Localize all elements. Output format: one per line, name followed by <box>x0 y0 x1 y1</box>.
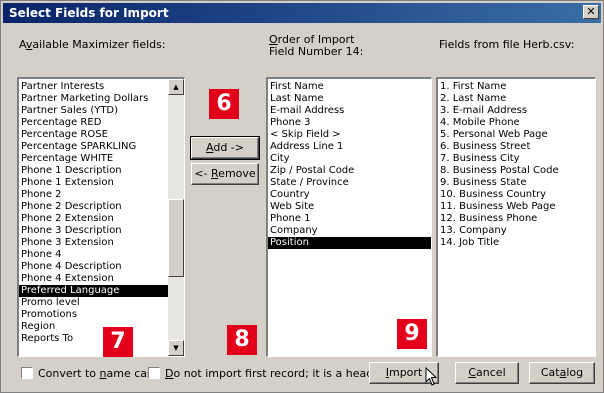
step-badge-7: 7 <box>103 327 133 357</box>
scroll-up-button[interactable]: ▲ <box>168 79 184 95</box>
title-bar: Select Fields for Import ✕ <box>3 3 601 23</box>
file-field-item[interactable]: 13. Company <box>438 225 595 237</box>
import-order-item[interactable]: Phone 3 <box>268 117 431 129</box>
step-badge-6: 6 <box>209 89 239 119</box>
available-field-item[interactable]: Reports To <box>19 333 169 345</box>
add-button[interactable]: Add -> <box>190 136 260 160</box>
available-field-item[interactable]: Phone 2 <box>19 189 169 201</box>
available-field-item[interactable]: Region <box>19 321 169 333</box>
available-field-item[interactable]: Percentage WHITE <box>19 153 169 165</box>
import-order-item[interactable]: City <box>268 153 431 165</box>
select-fields-dialog: Select Fields for Import ✕ Available Max… <box>0 0 604 393</box>
file-field-item[interactable]: 3. E-mail Address <box>438 105 595 117</box>
available-field-item[interactable]: Phone 3 Extension <box>19 237 169 249</box>
convert-name-case-checkbox[interactable] <box>21 367 33 379</box>
catalog-button[interactable]: Catalog <box>529 362 595 384</box>
available-field-item[interactable]: Phone 1 Extension <box>19 177 169 189</box>
available-field-item[interactable]: Preferred Language <box>19 285 169 297</box>
step-badge-8: 8 <box>227 325 257 355</box>
available-field-item[interactable]: Promotions <box>19 309 169 321</box>
available-field-item[interactable]: Partner Sales (YTD) <box>19 105 169 117</box>
file-fields-list[interactable]: 1. First Name 2. Last Name 3. E-mail Addre… <box>436 77 596 357</box>
available-fields-scrollbar[interactable]: ▲ ▼ <box>168 79 184 356</box>
file-field-item[interactable]: 14. Job Title <box>438 237 595 249</box>
available-field-item[interactable]: Partner Interests <box>19 81 169 93</box>
convert-name-case-label: Convert to name case <box>38 367 160 380</box>
file-field-item[interactable]: 9. Business State <box>438 177 595 189</box>
import-order-item[interactable]: < Skip Field > <box>268 129 431 141</box>
file-field-item[interactable]: 10. Business Country <box>438 189 595 201</box>
skip-header-checkbox[interactable] <box>148 367 160 379</box>
import-order-item[interactable]: Zip / Postal Code <box>268 165 431 177</box>
available-field-item[interactable]: Phone 2 Extension <box>19 213 169 225</box>
available-field-item[interactable]: Phone 2 Description <box>19 201 169 213</box>
import-order-item[interactable]: State / Province <box>268 177 431 189</box>
file-field-item[interactable]: 8. Business Postal Code <box>438 165 595 177</box>
file-field-item[interactable]: 7. Business City <box>438 153 595 165</box>
scroll-down-button[interactable]: ▼ <box>168 340 184 356</box>
cancel-button[interactable]: Cancel <box>455 362 519 384</box>
skip-header-label: Do not import first record; it is a head… <box>165 367 385 380</box>
remove-button[interactable]: <- Remove <box>191 163 259 185</box>
import-order-item[interactable]: Web Site <box>268 201 431 213</box>
import-order-list[interactable]: First Name Last Name E-mail Address Phone 3… <box>266 77 432 357</box>
import-order-item[interactable]: Address Line 1 <box>268 141 431 153</box>
import-order-item[interactable]: Position <box>268 237 431 249</box>
available-fields-label: Available Maximizer fields: <box>19 38 166 51</box>
available-field-item[interactable]: Phone 4 Extension <box>19 273 169 285</box>
dialog-title: Select Fields for Import <box>9 6 169 20</box>
available-field-item[interactable]: Percentage ROSE <box>19 129 169 141</box>
import-order-item[interactable]: Company <box>268 225 431 237</box>
file-field-item[interactable]: 4. Mobile Phone <box>438 117 595 129</box>
field-number-label: Field Number 14: <box>269 45 364 58</box>
file-field-item[interactable]: 11. Business Web Page <box>438 201 595 213</box>
import-order-item[interactable]: Country <box>268 189 431 201</box>
import-order-item[interactable]: E-mail Address <box>268 105 431 117</box>
import-order-item[interactable]: First Name <box>268 81 431 93</box>
file-field-item[interactable]: 2. Last Name <box>438 93 595 105</box>
mouse-pointer-icon <box>425 367 438 386</box>
close-button[interactable]: ✕ <box>583 5 599 19</box>
available-field-item[interactable]: Percentage SPARKLING <box>19 141 169 153</box>
available-field-item[interactable]: Percentage RED <box>19 117 169 129</box>
available-field-item[interactable]: Partner Marketing Dollars <box>19 93 169 105</box>
file-field-item[interactable]: 6. Business Street <box>438 141 595 153</box>
file-field-item[interactable]: 5. Personal Web Page <box>438 129 595 141</box>
import-order-item[interactable]: Phone 1 <box>268 213 431 225</box>
available-field-item[interactable]: Phone 4 Description <box>19 261 169 273</box>
available-field-item[interactable]: Phone 3 Description <box>19 225 169 237</box>
step-badge-9: 9 <box>397 319 427 349</box>
import-order-item[interactable]: Last Name <box>268 93 431 105</box>
file-field-item[interactable]: 1. First Name <box>438 81 595 93</box>
available-field-item[interactable]: Promo level <box>19 297 169 309</box>
available-fields-list[interactable]: Partner Interests Partner Marketing Dolla… <box>17 77 185 357</box>
available-field-item[interactable]: Phone 1 Description <box>19 165 169 177</box>
scroll-thumb[interactable] <box>168 199 184 277</box>
file-field-item[interactable]: 12. Business Phone <box>438 213 595 225</box>
available-field-item[interactable]: Phone 4 <box>19 249 169 261</box>
file-fields-label: Fields from file Herb.csv: <box>439 38 575 51</box>
